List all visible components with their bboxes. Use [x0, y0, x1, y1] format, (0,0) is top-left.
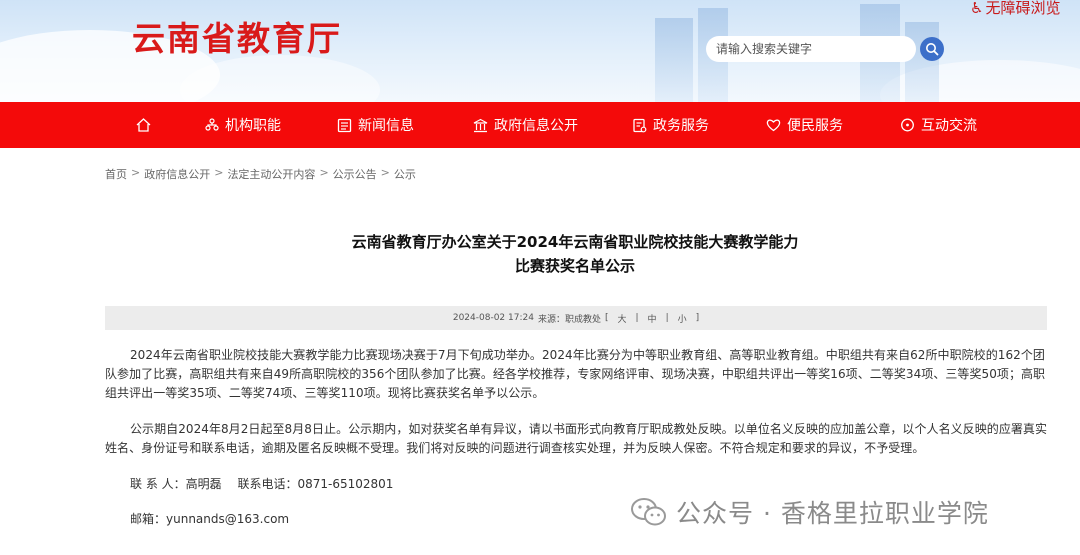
accessibility-icon: ♿ [970, 0, 984, 17]
wechat-icon [631, 498, 666, 526]
site-title: 云南省教育厅 [132, 19, 342, 58]
site-header: 云南省教育厅 ♿ 无障碍浏览 [0, 0, 1080, 102]
breadcrumb-notice[interactable]: 公示 [394, 166, 416, 182]
breadcrumb-separator: > [319, 166, 329, 179]
heart-icon [766, 119, 781, 132]
nav-interaction[interactable]: 互动交流 [900, 102, 977, 148]
article-paragraph-2: 公示期自2024年8月2日起至8月8日止。公示期内，如对获奖名单有异议，请以书面… [105, 422, 1048, 455]
wechat-watermark: 公众号 · 香格里拉职业学院 [630, 494, 989, 530]
bracket: [ [604, 313, 609, 323]
nav-label: 机构职能 [225, 118, 281, 134]
building-decoration [905, 22, 939, 102]
chat-icon [901, 118, 914, 131]
publish-date: 2024-08-02 17:24 [452, 313, 534, 323]
bracket: ] [695, 313, 700, 323]
home-icon [136, 118, 151, 132]
divider: | [665, 313, 669, 323]
font-size-small-button[interactable]: 小 [673, 312, 692, 325]
breadcrumb-statutory[interactable]: 法定主动公开内容 [227, 166, 315, 182]
nav-label: 互动交流 [921, 118, 977, 134]
breadcrumb-announcements[interactable]: 公示公告 [333, 166, 377, 182]
font-size-medium-button[interactable]: 中 [643, 312, 662, 325]
contact-email: 邮箱：yunnands@163.com [130, 512, 290, 526]
nav-gov-info[interactable]: 政府信息公开 [473, 102, 578, 148]
search-button[interactable] [920, 37, 944, 61]
article-paragraph-1: 2024年云南省职业院校技能大赛教学能力比赛现场决赛于7月下旬成功举办。2024… [105, 348, 1046, 400]
search-input[interactable] [706, 36, 916, 62]
breadcrumb-gov-info[interactable]: 政府信息公开 [144, 166, 210, 182]
accessibility-link[interactable]: ♿ 无障碍浏览 [970, 0, 1060, 18]
building-decoration [655, 18, 693, 102]
accessibility-label: 无障碍浏览 [985, 0, 1061, 17]
main-nav: 机构职能 新闻信息 政府信息公开 政务服务 便民服务 互动交流 [0, 102, 1080, 148]
breadcrumb: 首页 > 政府信息公开 > 法定主动公开内容 > 公示公告 > 公示 [105, 166, 416, 182]
article-title-line-1: 云南省教育厅办公室关于2024年云南省职业院校技能大赛教学能力 [351, 233, 799, 251]
nav-public-service[interactable]: 便民服务 [766, 102, 843, 148]
nav-org-functions[interactable]: 机构职能 [205, 102, 281, 148]
nav-label: 新闻信息 [358, 118, 414, 134]
nav-news[interactable]: 新闻信息 [337, 102, 414, 148]
article-title-line-2: 比赛获奖名单公示 [514, 257, 635, 275]
article-source: 来源：职成教处 [537, 314, 601, 325]
service-icon [633, 118, 647, 132]
breadcrumb-separator: > [214, 166, 224, 179]
org-icon [205, 118, 219, 131]
nav-home[interactable] [136, 102, 151, 148]
search-icon [926, 43, 939, 56]
government-icon [473, 118, 488, 132]
news-icon [337, 118, 352, 132]
article-meta-bar: 2024-08-02 17:24 来源：职成教处 [ 大 | 中 | 小 ] [105, 306, 1047, 330]
watermark-text: 公众号 · 香格里拉职业学院 [676, 499, 989, 528]
breadcrumb-separator: > [380, 166, 390, 179]
nav-label: 政府信息公开 [494, 118, 578, 134]
divider: | [635, 313, 639, 323]
nav-label: 便民服务 [787, 118, 843, 134]
nav-label: 政务服务 [653, 118, 709, 134]
contact-info: 联 系 人：高明磊 联系电话：0871-65102801 [130, 477, 394, 491]
breadcrumb-separator: > [131, 166, 141, 179]
breadcrumb-home[interactable]: 首页 [105, 166, 127, 182]
font-size-large-button[interactable]: 大 [612, 312, 631, 325]
nav-gov-service[interactable]: 政务服务 [632, 102, 709, 148]
